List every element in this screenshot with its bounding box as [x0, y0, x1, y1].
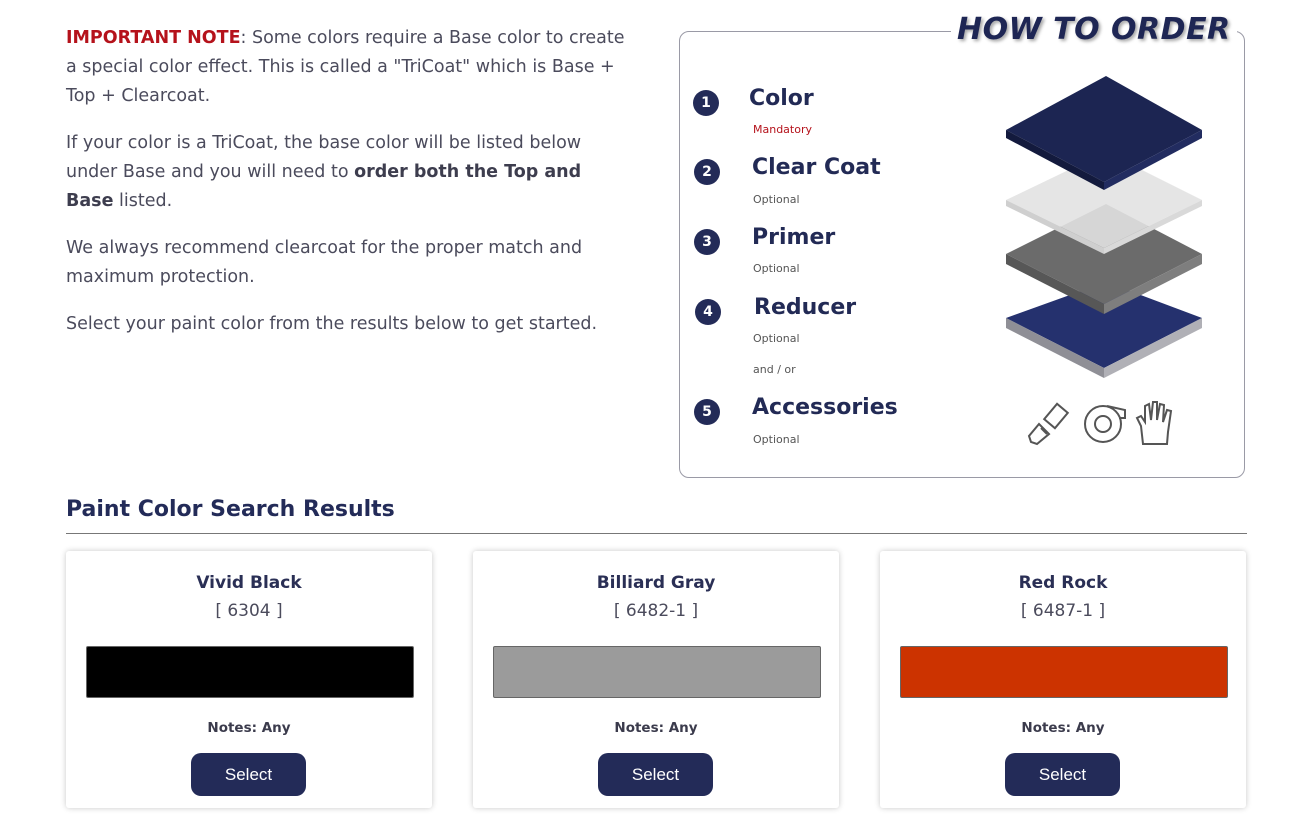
important-note: IMPORTANT NOTE: Some colors require a Ba…	[66, 24, 632, 111]
step-label: Color	[749, 86, 814, 111]
color-name: Red Rock	[1018, 573, 1108, 593]
tricoat-text-end: listed.	[113, 191, 173, 211]
step-extra: and / or	[753, 363, 796, 376]
step-label: Reducer	[754, 295, 857, 320]
tricoat-note: If your color is a TriCoat, the base col…	[66, 129, 632, 216]
step-sub: Optional	[753, 262, 800, 275]
step-sub: Optional	[753, 193, 800, 206]
color-swatch	[900, 646, 1228, 698]
how-to-order-title: HOW TO ORDER	[951, 12, 1237, 47]
color-card: Red Rock [ 6487-1 ] Notes: Any Select	[880, 551, 1246, 808]
color-code: [ 6304 ]	[215, 601, 283, 621]
step-number: 2	[694, 159, 720, 185]
results-title: Paint Color Search Results	[66, 497, 395, 522]
step-number: 3	[694, 229, 720, 255]
select-button[interactable]: Select	[191, 753, 306, 796]
step-sub: Mandatory	[753, 123, 813, 136]
step-sub: Optional	[753, 433, 800, 446]
color-swatch	[493, 646, 821, 698]
step-label: Primer	[752, 225, 836, 250]
color-card: Vivid Black [ 6304 ] Notes: Any Select	[66, 551, 432, 808]
select-button[interactable]: Select	[598, 753, 713, 796]
color-swatch	[86, 646, 414, 698]
color-name: Billiard Gray	[596, 573, 716, 593]
glove-icon	[1135, 401, 1173, 445]
step-label: Accessories	[752, 395, 898, 420]
color-layer	[1006, 76, 1202, 190]
color-name: Vivid Black	[196, 573, 302, 593]
step-number: 5	[694, 399, 720, 425]
step-label: Clear Coat	[752, 155, 881, 180]
select-button[interactable]: Select	[1005, 753, 1120, 796]
step-sub: Optional	[753, 332, 800, 345]
step-number: 4	[695, 299, 721, 325]
color-notes: Notes: Any	[207, 720, 291, 736]
paintbrush-icon	[1027, 402, 1070, 446]
color-notes: Notes: Any	[614, 720, 698, 736]
results-divider	[66, 533, 1247, 534]
masking-tape-icon	[1084, 405, 1126, 443]
step-number: 1	[693, 90, 719, 116]
color-code: [ 6482-1 ]	[613, 601, 699, 621]
color-notes: Notes: Any	[1021, 720, 1105, 736]
color-code: [ 6487-1 ]	[1020, 601, 1106, 621]
select-note: Select your paint color from the results…	[66, 314, 598, 334]
important-label: IMPORTANT NOTE	[66, 28, 241, 48]
accessory-icons	[1027, 401, 1173, 446]
recommend-note: We always recommend clearcoat for the pr…	[66, 238, 583, 287]
paint-layers-illustration	[1006, 76, 1202, 378]
color-card: Billiard Gray [ 6482-1 ] Notes: Any Sele…	[473, 551, 839, 808]
intro-text: IMPORTANT NOTE: Some colors require a Ba…	[66, 24, 632, 357]
